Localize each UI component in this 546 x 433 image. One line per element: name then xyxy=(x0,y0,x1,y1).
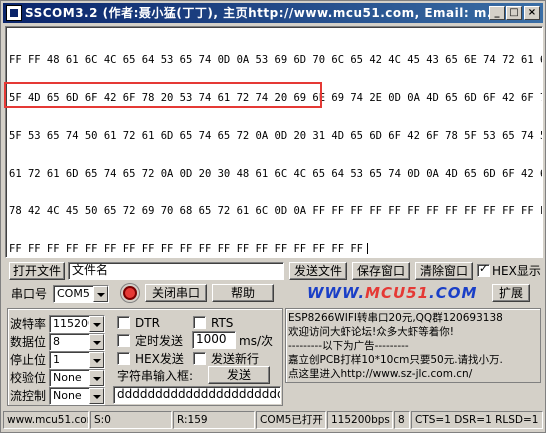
clear-window-button[interactable]: 清除窗口 xyxy=(415,262,473,280)
port-select[interactable]: COM5 xyxy=(53,285,109,303)
text-cursor xyxy=(367,243,369,255)
receive-line-last: FF FF FF FF FF FF FF FF FF FF FF FF FF F… xyxy=(9,243,539,256)
receive-line-text: FF FF FF FF FF FF FF FF FF FF FF FF FF F… xyxy=(9,243,364,256)
flow-control-label: 流控制 xyxy=(10,389,47,403)
send-file-button[interactable]: 发送文件 xyxy=(289,262,347,280)
data-bits-label: 数据位 xyxy=(10,335,47,349)
stop-bits-select[interactable]: 1 xyxy=(49,351,105,369)
status-sent-count: S:0 xyxy=(90,411,172,429)
parity-value: None xyxy=(53,371,82,384)
receive-line: 5F 53 65 74 50 61 72 61 6D 65 74 65 72 0… xyxy=(9,129,543,142)
dtr-label: DTR xyxy=(135,316,160,330)
logo-suffix: .COM xyxy=(429,284,478,302)
status-received-count: R:159 xyxy=(173,411,255,429)
timed-send-checkbox[interactable] xyxy=(117,334,130,347)
baud-label: 波特率 xyxy=(10,317,47,331)
port-status-indicator-icon xyxy=(123,286,137,300)
parity-label: 校验位 xyxy=(10,371,47,385)
status-baud: 115200bps xyxy=(327,411,393,429)
stop-bits-label: 停止位 xyxy=(10,353,47,367)
help-button[interactable]: 帮助 xyxy=(212,284,274,302)
open-file-button[interactable]: 打开文件 xyxy=(9,262,65,280)
chevron-down-icon xyxy=(93,286,108,302)
logo-prefix: WWW. xyxy=(307,284,366,302)
status-bits: 8 xyxy=(394,411,410,429)
parity-select[interactable]: None xyxy=(49,369,105,387)
interval-unit-label: ms/次 xyxy=(239,334,273,348)
flow-control-value: None xyxy=(53,389,82,402)
mcu51-logo[interactable]: WWW.MCU51.COM xyxy=(307,284,477,302)
timed-send-label: 定时发送 xyxy=(135,334,184,348)
app-window: SSCOM3.2 (作者:聂小猛(丁丁), 主页http://www.mcu51… xyxy=(0,0,546,433)
status-port: COM5已打开 xyxy=(256,411,326,429)
chevron-down-icon xyxy=(89,370,104,386)
app-icon xyxy=(6,5,22,21)
hex-send-label: HEX发送 xyxy=(135,352,184,366)
rts-label: RTS xyxy=(211,316,234,330)
status-site[interactable]: www.mcu51.com xyxy=(3,411,89,429)
chevron-down-icon xyxy=(89,334,104,350)
promo-line[interactable]: 欢迎访问大虾论坛!众多大虾等着你! xyxy=(288,325,454,339)
promo-line[interactable]: 点这里进入http://www.sz-jlc.com.cn/ xyxy=(288,367,472,381)
send-newline-label: 发送新行 xyxy=(211,352,260,366)
receive-line: FF FF 48 61 6C 4C 65 64 53 65 74 0D 0A 5… xyxy=(9,54,543,67)
hex-display-checkbox[interactable] xyxy=(477,262,490,277)
logo-mid: MCU51 xyxy=(365,284,430,302)
dtr-checkbox[interactable] xyxy=(117,316,130,329)
data-bits-select[interactable]: 8 xyxy=(49,333,105,351)
maximize-button[interactable]: □ xyxy=(506,6,522,20)
string-input[interactable]: dddddddddddddddddddddddddd xyxy=(113,386,281,404)
receive-line: 61 72 61 6D 65 74 65 72 0A 0D 20 30 48 6… xyxy=(9,167,543,180)
status-signals: CTS=1 DSR=1 RLSD=1 xyxy=(411,411,543,429)
flow-control-select[interactable]: None xyxy=(49,387,105,405)
receive-line: 78 42 4C 45 50 65 72 69 70 68 65 72 61 6… xyxy=(9,205,543,218)
filename-input[interactable]: 文件名 xyxy=(68,262,284,280)
rts-checkbox[interactable] xyxy=(193,316,206,329)
stop-bits-value: 1 xyxy=(53,353,60,366)
window-title: SSCOM3.2 (作者:聂小猛(丁丁), 主页http://www.mcu51… xyxy=(25,6,503,20)
title-bar[interactable]: SSCOM3.2 (作者:聂小猛(丁丁), 主页http://www.mcu51… xyxy=(3,3,543,23)
minimize-button[interactable]: _ xyxy=(489,6,505,20)
port-label: 串口号 xyxy=(11,287,48,301)
hex-display-label: HEX显示 xyxy=(492,264,541,278)
input-label: 字符串输入框: xyxy=(117,369,194,383)
chevron-down-icon xyxy=(89,316,104,332)
close-port-button[interactable]: 关闭串口 xyxy=(145,284,207,302)
highlight-box xyxy=(4,82,322,108)
port-select-value: COM5 xyxy=(57,287,90,300)
close-button[interactable]: × xyxy=(524,6,540,20)
data-bits-value: 8 xyxy=(53,335,60,348)
save-window-button[interactable]: 保存窗口 xyxy=(352,262,410,280)
promo-line: ---------以下为广告--------- xyxy=(288,340,409,352)
hex-send-checkbox[interactable] xyxy=(117,352,130,365)
chevron-down-icon xyxy=(89,352,104,368)
chevron-down-icon xyxy=(89,388,104,404)
interval-input[interactable]: 1000 xyxy=(192,331,236,349)
send-button[interactable]: 发送 xyxy=(208,366,270,384)
receive-area[interactable]: FF FF 48 61 6C 4C 65 64 53 65 74 0D 0A 5… xyxy=(5,26,543,258)
promo-line[interactable]: 嘉立创PCB打样10*10cm只要50元.请找小万. xyxy=(288,353,503,367)
send-newline-checkbox[interactable] xyxy=(193,352,206,365)
baud-select[interactable]: 115200 xyxy=(49,315,105,333)
expand-button[interactable]: 扩展 xyxy=(492,284,530,302)
promo-line[interactable]: ESP8266WIFI转串口20元,QQ群120693138 xyxy=(288,311,503,325)
